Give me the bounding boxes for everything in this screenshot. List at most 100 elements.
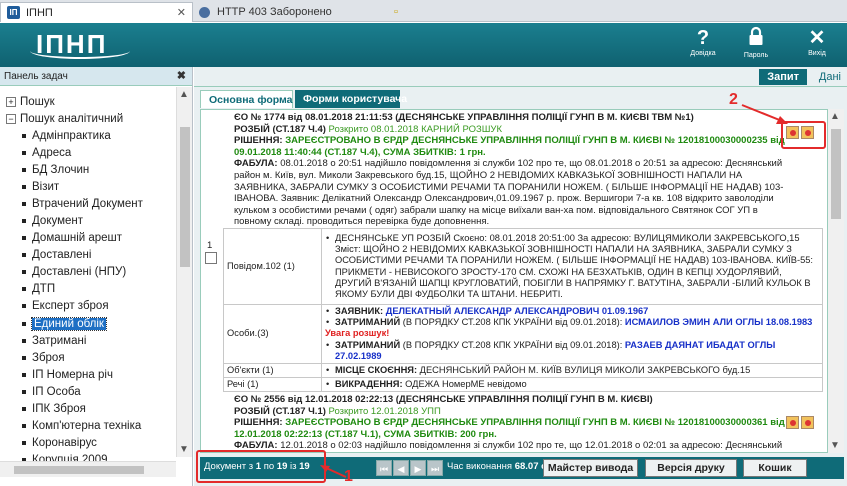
tab-user-forms[interactable]: Форми користувача xyxy=(295,90,407,108)
browser-tab-403[interactable]: HTTP 403 Заборонено xyxy=(193,2,383,22)
scroll-up-icon[interactable]: ▲ xyxy=(830,111,840,122)
tree-item[interactable]: ДТП xyxy=(6,281,175,298)
decision-label: РІШЕННЯ: xyxy=(234,135,283,147)
tree-item-label: Експерт зброя xyxy=(32,300,109,313)
bullet-icon xyxy=(22,338,26,343)
vertical-scrollbar[interactable]: ▲ ▼ xyxy=(828,109,844,453)
data-button[interactable]: Дані xyxy=(815,69,845,85)
tree-item[interactable]: Домашній арешт xyxy=(6,230,175,247)
tree-item[interactable]: ІП Особа xyxy=(6,383,175,400)
output-wizard-button[interactable]: Майстер вивода xyxy=(543,459,638,477)
main-panel: Запит Дані Основна форма Форми користува… xyxy=(194,67,847,486)
tree-item[interactable]: Експерт зброя xyxy=(6,298,175,315)
scroll-down-icon[interactable]: ▼ xyxy=(179,444,189,455)
scroll-thumb[interactable] xyxy=(14,466,144,474)
print-icon[interactable] xyxy=(786,416,799,429)
record-article: РОЗБІЙ (СТ.187 Ч.4) xyxy=(234,123,326,135)
person-item: ЗАТРИМАНИЙ (В ПОРЯДКУ СТ.208 КПК УКРАЇНИ… xyxy=(325,317,819,339)
annotation-box-1 xyxy=(196,450,326,483)
tree-item-label: Комп'ютерна техніка xyxy=(32,420,142,433)
detail-value: ДЕСНЯНСЬКЕ УП РОЗБІЙ Скоєно: 08.01.2018 … xyxy=(321,228,823,305)
help-icon: ? xyxy=(696,27,710,49)
tree-item[interactable]: БД Злочин xyxy=(6,161,175,178)
annotation-arrow-2 xyxy=(741,104,788,124)
record-summary: ЄО № 2556 від 12.01.2018 02:22:13 (ДЕСНЯ… xyxy=(234,394,793,452)
tree-item[interactable]: Адреса xyxy=(6,144,175,161)
thing-label: ВИКРАДЕННЯ: xyxy=(335,379,403,390)
tree-item[interactable]: Адмінпрактика xyxy=(6,127,175,144)
tree-item[interactable]: Доставлені (НПУ) xyxy=(6,264,175,281)
tab-main-form[interactable]: Основна форма xyxy=(200,90,293,108)
tree-item-label: Корупція 2009 xyxy=(32,454,108,461)
exit-label: Вихід xyxy=(808,50,826,57)
thing-value: ОДЕЖА НомерМЕ невідомо xyxy=(405,379,527,390)
tree-node-search[interactable]: + Пошук xyxy=(6,93,175,110)
record-article: РОЗБІЙ (СТ.187 Ч.1) xyxy=(234,405,326,417)
cart-button[interactable]: Кошик xyxy=(743,459,807,477)
record-checkbox[interactable] xyxy=(205,252,217,264)
password-button[interactable]: Пароль xyxy=(736,26,776,64)
tree-item-label: ДТП xyxy=(32,283,56,296)
time-value: 68.07 с xyxy=(514,461,547,472)
close-icon[interactable]: ✖ xyxy=(177,69,186,82)
first-page-icon[interactable]: ⏮ xyxy=(376,460,392,476)
report-102-text: ДЕСНЯНСЬКЕ УП РОЗБІЙ Скоєно: 08.01.2018 … xyxy=(325,233,819,300)
prev-page-icon[interactable]: ◀ xyxy=(393,460,409,476)
tree-node-analytic-search[interactable]: − Пошук аналітичний xyxy=(6,110,175,127)
detail-value: ЗАЯВНИК: ДЕЛЕКАТНЫЙ АЛЕКСАНДР АЛЕКСАНДРО… xyxy=(321,303,823,365)
annotation-number-2: 2 xyxy=(729,91,738,108)
tree-item[interactable]: Корупція 2009 xyxy=(6,452,175,461)
bullet-icon xyxy=(22,253,26,258)
close-icon[interactable]: ✕ xyxy=(177,6,186,19)
print-version-button[interactable]: Версія друку xyxy=(645,459,737,477)
tree-item[interactable]: Коронавірус xyxy=(6,435,175,452)
tree-item[interactable]: Втрачений Документ xyxy=(6,195,175,212)
browser-tab-ipnp[interactable]: ІП ІПНП ✕ xyxy=(0,2,193,22)
horizontal-scrollbar[interactable] xyxy=(0,461,176,477)
thing-item: ВИКРАДЕННЯ: ОДЕЖА НомерМЕ невідомо xyxy=(325,379,819,390)
help-button[interactable]: ? Довідка xyxy=(683,26,723,64)
collapse-icon[interactable]: − xyxy=(6,113,16,124)
person-name[interactable]: ДЕЛЕКАТНЫЙ АЛЕКСАНДР АЛЕКСАНДРОВИЧ 01.09… xyxy=(386,306,649,316)
next-page-icon[interactable]: ▶ xyxy=(410,460,426,476)
tree-item[interactable]: Комп'ютерна техніка xyxy=(6,418,175,435)
scroll-thumb[interactable] xyxy=(831,129,841,219)
wanted-warning: Увага розшук! xyxy=(325,328,390,339)
tree-item[interactable]: Зброя xyxy=(6,349,175,366)
vertical-scrollbar[interactable]: ▲ ▼ xyxy=(176,87,192,457)
exit-button[interactable]: ✕ Вихід xyxy=(797,26,837,64)
globe-icon xyxy=(199,6,210,18)
detail-key: Повідом.102 (1) xyxy=(223,228,322,305)
tree-item[interactable]: ІПК Зброя xyxy=(6,401,175,418)
tree-item-label: Единий облік xyxy=(31,316,107,331)
detail-key: Об'єкти (1) xyxy=(223,363,322,379)
tree-item[interactable]: Документ xyxy=(6,212,175,229)
password-label: Пароль xyxy=(743,52,769,59)
bullet-icon xyxy=(22,270,26,275)
export-icon[interactable] xyxy=(801,416,814,429)
tree-item[interactable]: ІП Номерна річ xyxy=(6,366,175,383)
last-page-icon[interactable]: ⏭ xyxy=(427,460,443,476)
query-button[interactable]: Запит xyxy=(759,69,807,85)
tree-item[interactable]: Единий облік xyxy=(6,315,175,332)
tree-item-label: Домашній арешт xyxy=(32,232,123,245)
bullet-icon xyxy=(22,355,26,360)
new-tab-button[interactable]: ▫ xyxy=(385,2,407,22)
tree-item[interactable]: Затримані xyxy=(6,332,175,349)
bullet-icon xyxy=(22,236,26,241)
person-name[interactable]: ИСМАИЛОВ ЭМИН АЛИ ОГЛЫ 18.08.1983 xyxy=(625,317,812,327)
scroll-down-icon[interactable]: ▼ xyxy=(830,440,840,451)
detail-value: МІСЦЕ СКОЄННЯ: ДЕСНЯНСЬКИЙ РАЙОН М. КИЇВ… xyxy=(321,363,823,379)
detail-row: Повідом.102 (1) ДЕСНЯНСЬКЕ УП РОЗБІЙ Ско… xyxy=(223,228,823,305)
detail-key: Особи.(3) xyxy=(223,303,322,365)
tab-title: ІПНП xyxy=(26,6,53,19)
expand-icon[interactable]: + xyxy=(6,96,16,107)
object-label: МІСЦЕ СКОЄННЯ: xyxy=(335,365,418,376)
app-favicon-icon: ІП xyxy=(7,6,20,19)
tree-item[interactable]: Візит xyxy=(6,178,175,195)
tree-item-label: Документ xyxy=(32,215,84,228)
tree-item[interactable]: Доставлені xyxy=(6,247,175,264)
scroll-thumb[interactable] xyxy=(180,127,190,267)
bullet-icon xyxy=(22,372,26,377)
scroll-up-icon[interactable]: ▲ xyxy=(179,89,189,100)
